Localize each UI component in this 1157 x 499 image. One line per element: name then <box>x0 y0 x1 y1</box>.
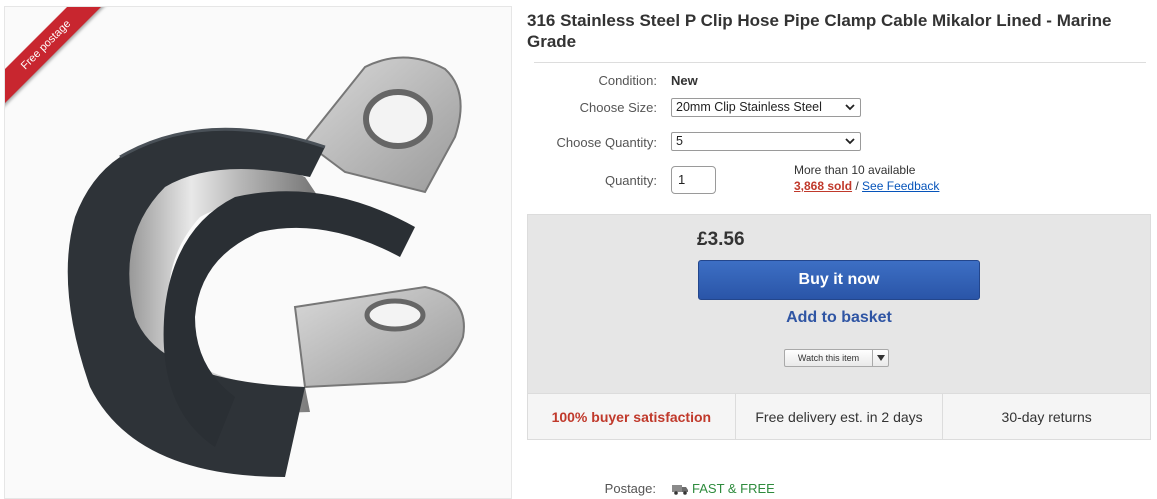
free-postage-ribbon: Free postage <box>5 7 125 127</box>
add-to-basket-link[interactable]: Add to basket <box>698 309 980 327</box>
product-image[interactable]: Free postage <box>4 6 512 499</box>
size-select-value: 20mm Clip Stainless Steel <box>676 100 822 114</box>
availability-text: More than 10 available <box>794 163 916 177</box>
returns-policy: 30-day returns <box>1001 408 1092 425</box>
see-feedback-link[interactable]: See Feedback <box>862 179 939 193</box>
buyer-satisfaction: 100% buyer satisfaction <box>528 394 736 439</box>
price: £3.56 <box>697 229 745 250</box>
title-divider <box>534 62 1146 63</box>
ribbon-label: Free postage <box>5 7 108 107</box>
seller-stats-bar: 100% buyer satisfaction Free delivery es… <box>527 393 1151 440</box>
size-select[interactable]: 20mm Clip Stainless Steel <box>671 98 861 117</box>
delivery-estimate: Free delivery est. in 2 days <box>736 394 944 439</box>
quantity-input[interactable]: 1 <box>671 166 716 194</box>
choose-quantity-label: Choose Quantity: <box>556 135 657 150</box>
watch-item-button[interactable]: Watch this item <box>784 349 889 367</box>
quantity-label: Quantity: <box>604 173 657 188</box>
product-title: 316 Stainless Steel P Clip Hose Pipe Cla… <box>527 11 1112 51</box>
postage-value-text: FAST & FREE <box>692 481 775 496</box>
chevron-down-icon <box>845 104 855 111</box>
postage-value: FAST & FREE <box>672 481 775 496</box>
postage-label: Postage: <box>604 481 656 496</box>
condition-label: Condition: <box>598 73 657 88</box>
watch-separator <box>872 350 873 366</box>
sold-separator: / <box>852 179 863 193</box>
size-label: Choose Size: <box>579 100 657 115</box>
quantity-option-value: 5 <box>676 134 683 148</box>
watch-item-label: Watch this item <box>797 353 860 363</box>
chevron-down-icon <box>845 138 855 145</box>
quantity-option-select[interactable]: 5 <box>671 132 861 151</box>
delivery-truck-icon <box>672 484 688 495</box>
sold-feedback-line: 3,868 sold / See Feedback <box>794 179 939 193</box>
caret-down-icon[interactable] <box>877 355 885 361</box>
buy-it-now-button[interactable]: Buy it now <box>698 260 980 300</box>
sold-count-link[interactable]: 3,868 sold <box>794 179 852 193</box>
condition-value: New <box>671 73 698 88</box>
